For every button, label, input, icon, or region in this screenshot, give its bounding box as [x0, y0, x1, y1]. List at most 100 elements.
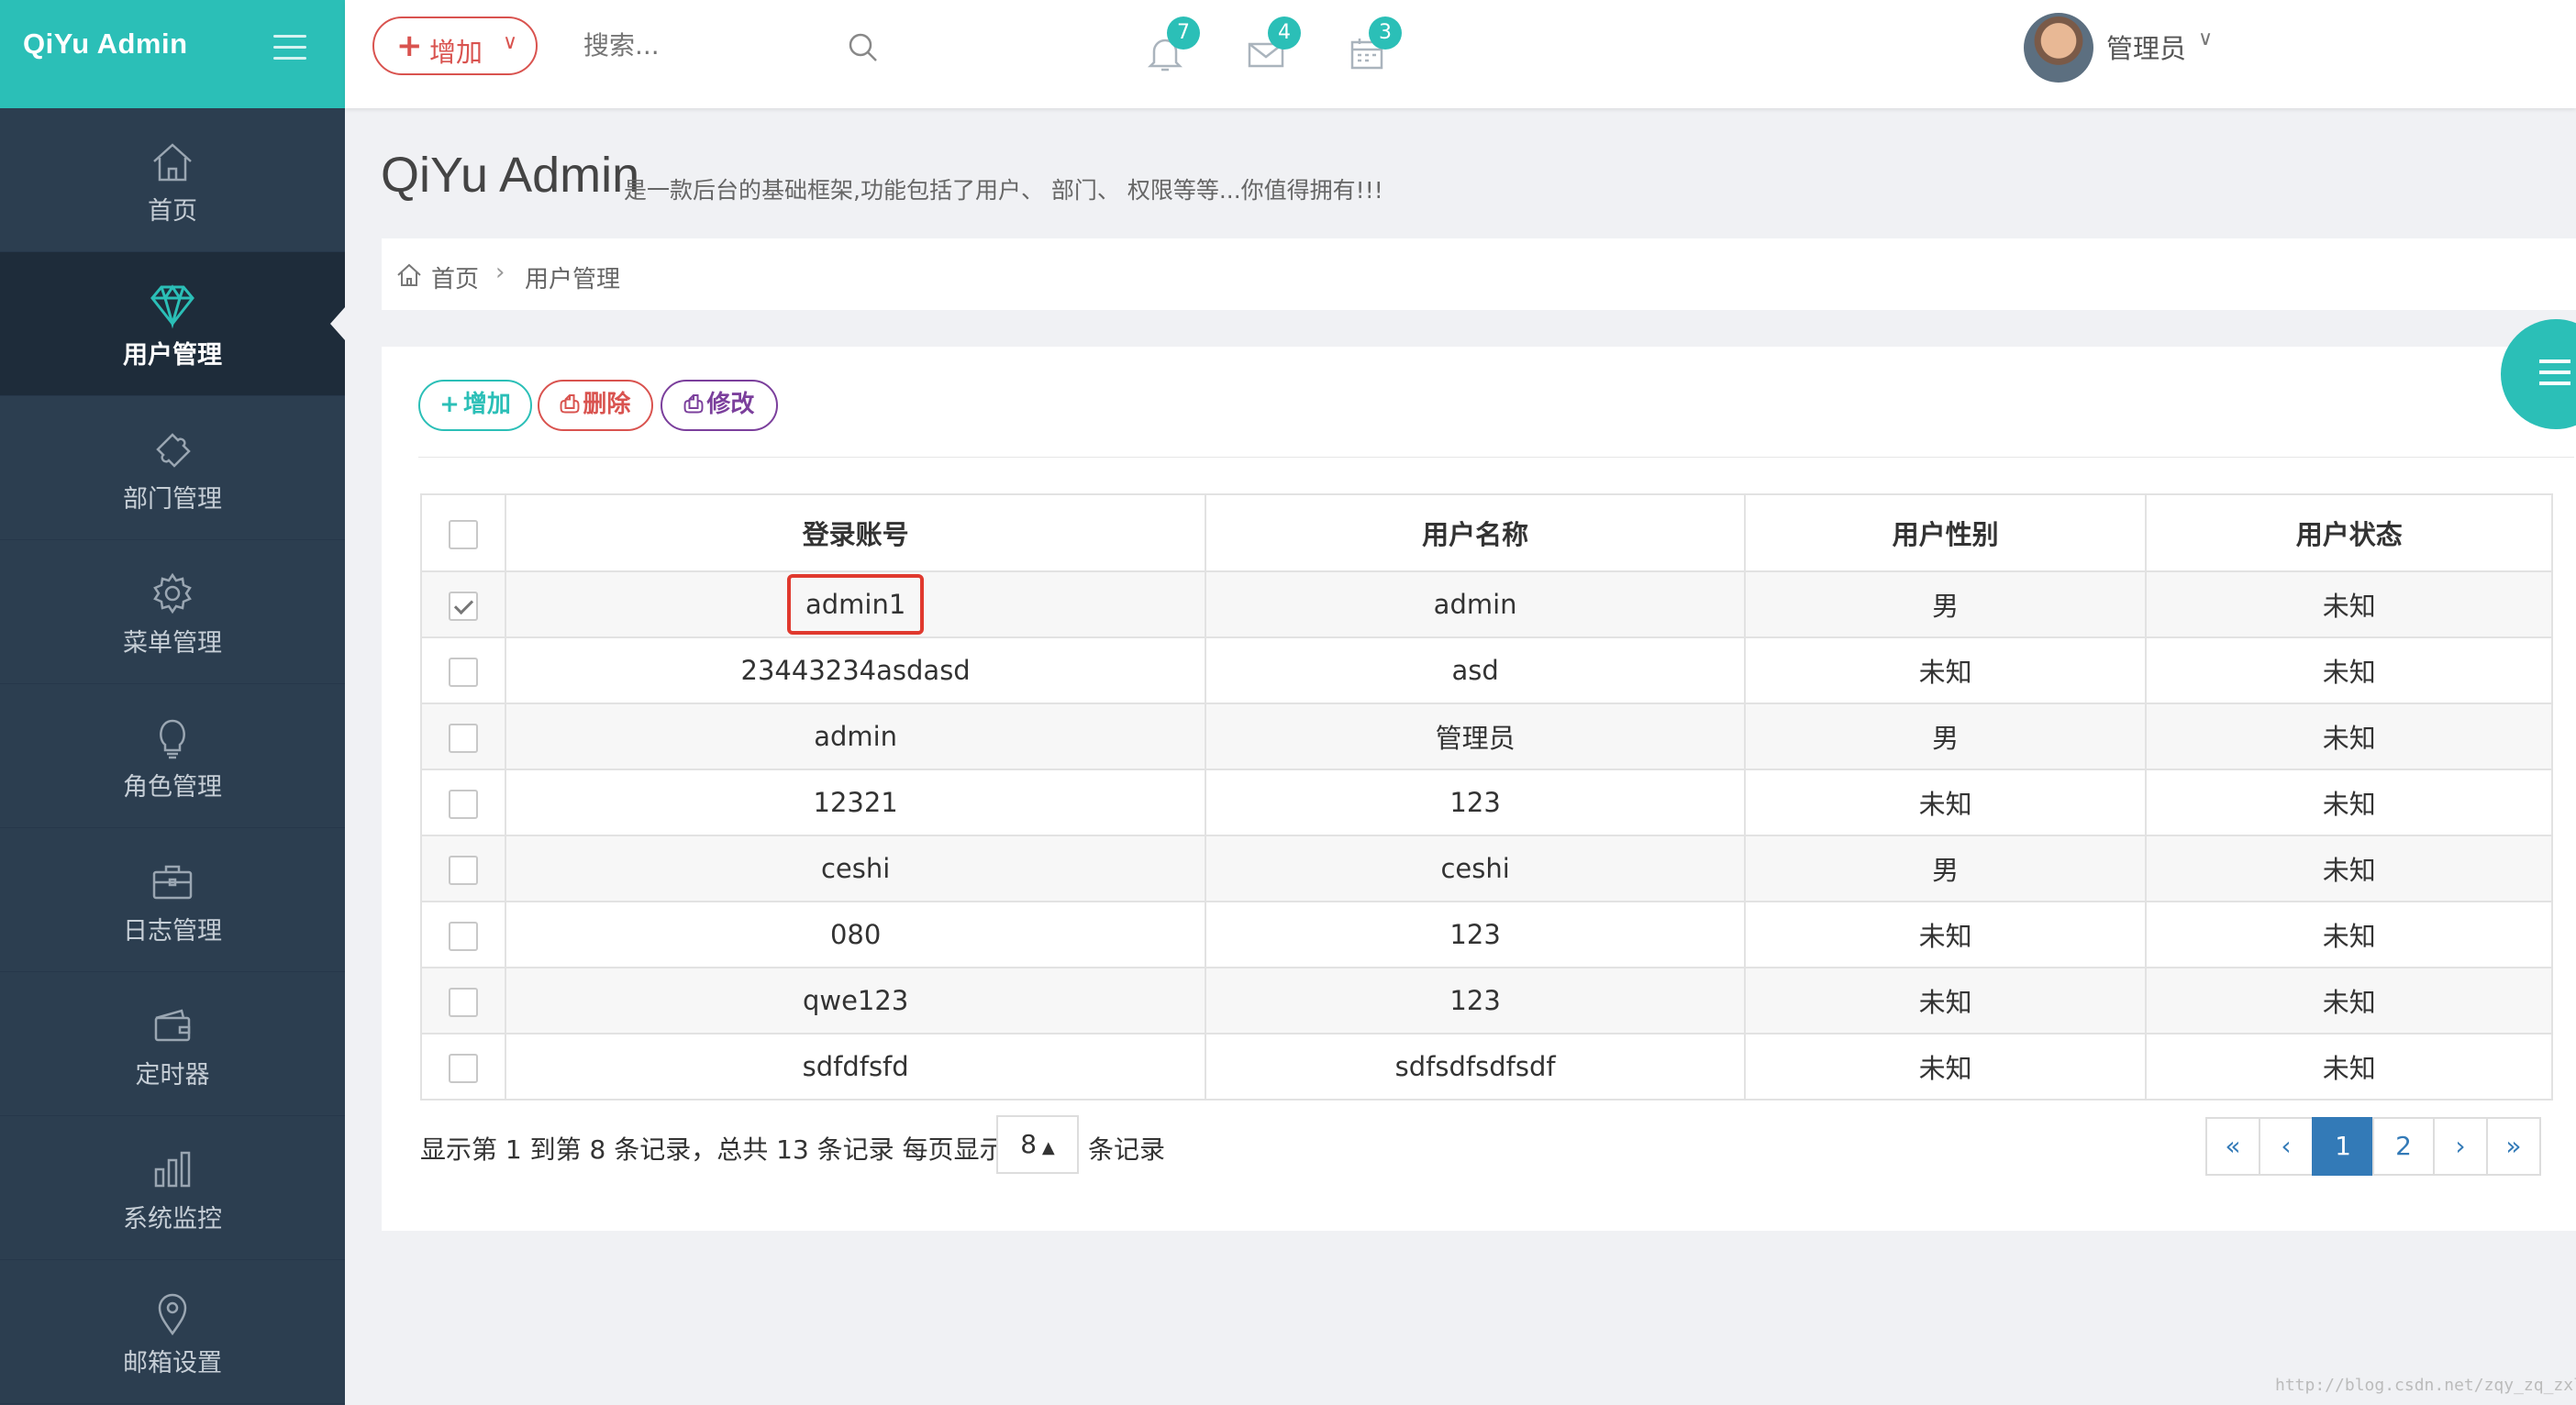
table-row[interactable]: qwe123 123 未知 未知: [420, 967, 2553, 1034]
bar-chart-icon: [145, 1142, 200, 1197]
column-header[interactable]: 用户状态: [2145, 493, 2553, 572]
page-size-select[interactable]: 8 ▲: [996, 1115, 1079, 1174]
sidebar-item-timer[interactable]: 定时器: [0, 972, 345, 1116]
table-row[interactable]: 12321 123 未知 未知: [420, 769, 2553, 836]
caret-up-icon: ▲: [1037, 1138, 1055, 1157]
tasks-button[interactable]: 3: [1345, 17, 1402, 77]
wallet-icon: [145, 998, 200, 1053]
message-count-badge: 4: [1268, 17, 1301, 50]
row-checkbox[interactable]: [448, 723, 478, 753]
lightbulb-icon: [145, 710, 200, 765]
table-cell: 男: [1743, 570, 2148, 638]
row-checkbox[interactable]: [448, 657, 478, 687]
table-cell: sdfsdfsdfsdf: [1205, 1033, 1746, 1101]
diamond-icon: [145, 278, 200, 333]
table-cell: 男: [1743, 835, 2148, 902]
messages-button[interactable]: 4: [1244, 17, 1301, 77]
pagination-info: 显示第 1 到第 8 条记录，总共 13 条记录 每页显示: [420, 1134, 1005, 1165]
sidebar-item-label: 用户管理: [123, 341, 222, 370]
sidebar-item-users[interactable]: 用户管理: [0, 252, 345, 396]
prev-page-button[interactable]: ‹: [2259, 1117, 2314, 1176]
column-header[interactable]: 用户名称: [1205, 493, 1746, 572]
table-cell: 123: [1205, 769, 1746, 836]
chevron-down-icon: ∨: [503, 31, 518, 54]
delete-label: 删除: [583, 391, 631, 418]
table-row[interactable]: admin 管理员 男 未知: [420, 702, 2553, 770]
table-cell: 未知: [2145, 570, 2553, 638]
table-cell: 未知: [1743, 1033, 2148, 1101]
sidebar-item-label: 邮箱设置: [123, 1349, 222, 1377]
sidebar-item-departments[interactable]: 部门管理: [0, 396, 345, 540]
sidebar-item-logs[interactable]: 日志管理: [0, 828, 345, 972]
sidebar-item-label: 部门管理: [123, 485, 222, 514]
table-row[interactable]: 23443234asdasd asd 未知 未知: [420, 636, 2553, 704]
notifications-button[interactable]: 7: [1143, 17, 1200, 77]
edit-user-button[interactable]: ⎙ 修改: [661, 380, 778, 431]
table-cell: 未知: [2145, 835, 2553, 902]
table-cell: 男: [1743, 702, 2148, 770]
home-icon: [394, 260, 424, 288]
chevron-right-icon: ›: [495, 259, 505, 286]
sidebar-item-roles[interactable]: 角色管理: [0, 684, 345, 828]
table-row[interactable]: admin1 admin 男 未知: [420, 570, 2553, 638]
page-button-1[interactable]: 1: [2312, 1117, 2374, 1176]
table-cell: 未知: [1743, 636, 2148, 704]
sidebar-item-home[interactable]: 首页: [0, 108, 345, 252]
delete-user-button[interactable]: ⎙ 删除: [538, 380, 653, 431]
search-input[interactable]: [582, 29, 861, 61]
table-cell: 080: [504, 901, 1207, 968]
first-page-button[interactable]: «: [2205, 1117, 2260, 1176]
notification-count-badge: 7: [1167, 17, 1200, 50]
sidebar-item-label: 角色管理: [123, 773, 222, 802]
row-checkbox[interactable]: [448, 855, 478, 885]
table-cell: ceshi: [1205, 835, 1746, 902]
column-header[interactable]: 用户性别: [1743, 493, 2148, 572]
sidebar-item-label: 首页: [148, 197, 197, 226]
table-row[interactable]: 080 123 未知 未知: [420, 901, 2553, 968]
table-cell: 未知: [2145, 702, 2553, 770]
user-name[interactable]: 管理员: [2106, 28, 2186, 66]
table-cell: 123: [1205, 901, 1746, 968]
table-cell: 管理员: [1205, 702, 1746, 770]
table-cell: asd: [1205, 636, 1746, 704]
table-row[interactable]: ceshi ceshi 男 未知: [420, 835, 2553, 902]
menu-toggle-icon[interactable]: [273, 35, 306, 62]
highlighted-cell: admin1: [786, 574, 925, 635]
table-cell: admin: [1205, 570, 1746, 638]
sidebar-item-monitor[interactable]: 系统监控: [0, 1116, 345, 1260]
user-list-panel: + 增加 ⎙ 删除 ⎙ 修改 登录账号 用户名称 用户性别 用户状态 admin1 a…: [382, 347, 2576, 1231]
app-logo[interactable]: QiYu Admin: [23, 28, 188, 61]
sidebar: 首页 用户管理 部门管理 菜单管理 角色管理 日志管理 定时器 系统监控 邮箱设…: [0, 108, 345, 1405]
select-all-checkbox[interactable]: [448, 519, 478, 549]
plus-icon: +: [439, 391, 460, 418]
page-button-2[interactable]: 2: [2372, 1117, 2435, 1176]
table-cell: qwe123: [504, 967, 1207, 1034]
search-icon[interactable]: [845, 29, 882, 66]
table-cell: ceshi: [504, 835, 1207, 902]
select-all-cell: [420, 493, 506, 572]
avatar[interactable]: [2024, 13, 2093, 83]
sidebar-item-mail[interactable]: 邮箱设置: [0, 1260, 345, 1404]
edit-label: 修改: [706, 391, 755, 418]
chevron-down-icon[interactable]: ∨: [2198, 28, 2213, 50]
row-checkbox[interactable]: [448, 921, 478, 951]
watermark: http://blog.csdn.net/zqy_zq_zxl: [2275, 1376, 2576, 1395]
next-page-button[interactable]: ›: [2433, 1117, 2488, 1176]
column-header[interactable]: 登录账号: [504, 493, 1207, 572]
last-page-button[interactable]: »: [2486, 1117, 2541, 1176]
row-checkbox[interactable]: [448, 789, 478, 819]
row-checkbox[interactable]: [448, 1053, 478, 1083]
header-add-button[interactable]: + 增加 ∨: [372, 17, 538, 75]
sidebar-item-menus[interactable]: 菜单管理: [0, 540, 345, 684]
home-icon: [145, 134, 200, 189]
logo-bar: QiYu Admin: [0, 0, 345, 108]
table-row[interactable]: sdfdfsfd sdfsdfsdfsdf 未知 未知: [420, 1033, 2553, 1101]
row-checkbox[interactable]: [448, 987, 478, 1017]
sidebar-item-label: 系统监控: [123, 1205, 222, 1234]
breadcrumb-home[interactable]: 首页: [431, 260, 479, 294]
add-user-button[interactable]: + 增加: [418, 380, 532, 431]
printer-icon: ⎙: [560, 391, 580, 418]
table-cell: admin: [504, 702, 1207, 770]
row-checkbox[interactable]: [448, 591, 478, 621]
user-table: 登录账号 用户名称 用户性别 用户状态 admin1 admin 男 未知 23…: [420, 493, 2553, 1101]
